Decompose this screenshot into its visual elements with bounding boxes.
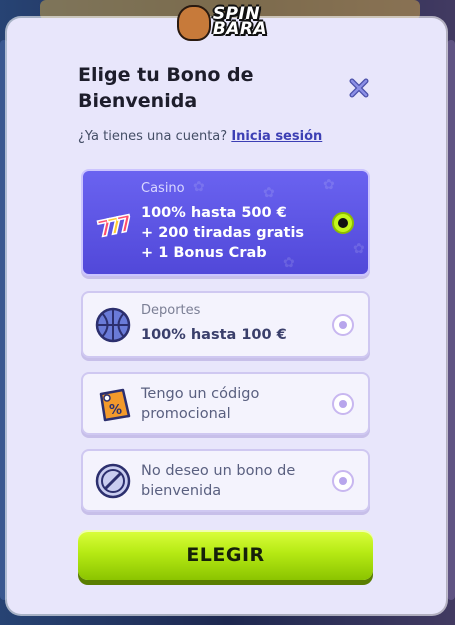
logo-text-line2: BARA (212, 19, 268, 39)
radio-promo-code[interactable] (332, 393, 354, 415)
option-label: Casino (141, 181, 185, 196)
paw-pattern: ✿ (353, 241, 365, 257)
capybara-mascot-icon (177, 5, 211, 41)
radio-deportes[interactable] (332, 314, 354, 336)
close-icon (349, 78, 369, 98)
option-line: 100% hasta 100 € (141, 327, 287, 343)
radio-no-bonus[interactable] (332, 470, 354, 492)
paw-pattern: ✿ (323, 177, 335, 193)
option-casino[interactable]: ✿ ✿ ✿ ✿ ✿ 7 7 7 Casino 100% hasta 500 € … (81, 169, 370, 276)
option-text: No deseo un bono de bienvenida (141, 463, 296, 499)
option-line: 100% hasta 500 € (141, 205, 287, 221)
svg-text:%: % (109, 403, 122, 418)
radio-dot (339, 321, 347, 329)
radio-dot (339, 477, 347, 485)
radio-dot (339, 400, 347, 408)
login-prompt-text: ¿Ya tienes una cuenta? (78, 129, 228, 144)
brand-logo: SPIN BARA (177, 3, 277, 41)
option-label: Deportes (141, 303, 201, 318)
option-no-bonus[interactable]: No deseo un bono de bienvenida (81, 449, 370, 512)
backdrop-right-panel (447, 40, 455, 600)
modal-title: Elige tu Bono de Bienvenida (78, 64, 254, 112)
paw-pattern: ✿ (263, 185, 275, 201)
option-deportes[interactable]: Deportes 100% hasta 100 € (81, 291, 370, 358)
promo-tag-icon: % (93, 384, 133, 424)
radio-casino[interactable] (332, 212, 354, 234)
no-bonus-icon (93, 461, 133, 501)
option-promo-code[interactable]: % Tengo un código promocional (81, 372, 370, 435)
login-prompt: ¿Ya tienes una cuenta? Inicia sesión (78, 129, 322, 144)
option-text: Tengo un código promocional (141, 386, 260, 422)
basketball-icon (93, 305, 133, 345)
paw-pattern: ✿ (193, 179, 205, 195)
paw-pattern: ✿ (283, 255, 295, 271)
close-button[interactable] (346, 75, 372, 101)
choose-button[interactable]: ELEGIR (78, 530, 373, 580)
login-link[interactable]: Inicia sesión (231, 129, 322, 144)
radio-dot (338, 218, 348, 228)
slot-777-icon: 7 7 7 (93, 204, 133, 244)
option-line: + 1 Bonus Crab (141, 245, 267, 261)
option-line: + 200 tiradas gratis (141, 225, 305, 241)
